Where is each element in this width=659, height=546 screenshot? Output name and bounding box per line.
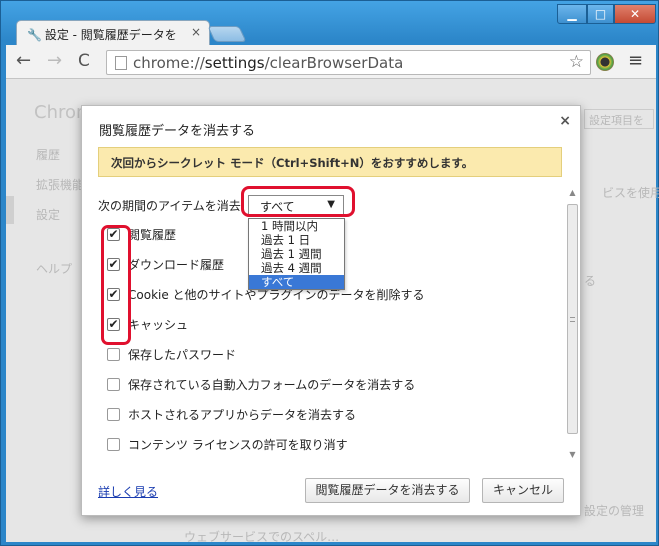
maximize-button[interactable]: □ (587, 4, 614, 24)
period-option[interactable]: 過去 4 週間 (249, 261, 344, 275)
background-text: 設定の管理 (584, 504, 645, 518)
bookmark-star-icon[interactable]: ☆ (569, 52, 584, 72)
clear-data-button[interactable]: 閲覧履歴データを消去する (305, 478, 470, 503)
list-item[interactable]: ホストされるアプリからデータを消去する (107, 406, 356, 426)
dialog-title: 閲覧履歴データを消去する (99, 124, 256, 139)
extension-icon[interactable] (596, 53, 614, 71)
learn-more-link[interactable]: 詳しく見る (98, 483, 158, 500)
menu-icon[interactable]: ≡ (628, 50, 643, 71)
forward-button[interactable]: → (47, 52, 62, 70)
checkbox[interactable] (107, 408, 120, 421)
page-icon (115, 55, 127, 70)
period-option-selected[interactable]: すべて (249, 275, 344, 289)
sidebar-item-settings: 設定 (36, 208, 61, 222)
sidebar-selection (6, 196, 14, 224)
period-dropdown: 1 時間以内 過去 1 日 過去 1 週間 過去 4 週間 すべて (248, 218, 345, 290)
grip-icon (570, 317, 575, 322)
sidebar-item-help: ヘルプ (36, 262, 73, 276)
back-button[interactable]: ← (16, 52, 31, 70)
scroll-down-icon[interactable]: ▼ (566, 450, 579, 464)
checkbox[interactable] (107, 348, 120, 361)
checkbox[interactable] (107, 378, 120, 391)
sidebar-item-extensions: 拡張機能 (36, 178, 85, 192)
close-icon[interactable]: × (559, 113, 571, 129)
tab-settings[interactable]: 🔧 設定 - 閲覧履歴データを × (16, 20, 210, 46)
scroll-up-icon[interactable]: ▲ (566, 188, 579, 202)
toolbar: ← → C chrome://settings/clearBrowserData… (6, 45, 656, 79)
cancel-button[interactable]: キャンセル (482, 478, 564, 503)
list-item[interactable]: 保存されている自動入力フォームのデータを消去する (107, 376, 415, 396)
background-text: る (584, 274, 597, 288)
tab-title: 設定 - 閲覧履歴データを (44, 28, 177, 42)
period-option[interactable]: 過去 1 日 (249, 233, 344, 247)
incognito-tip-banner: 次回からシークレット モード（Ctrl+Shift+N）をおすすめします。 (98, 147, 562, 177)
checkbox[interactable] (107, 438, 120, 451)
tab-close-icon[interactable]: × (191, 25, 201, 39)
list-item[interactable]: コンテンツ ライセンスの許可を取り消す (107, 436, 348, 456)
highlight-annotation (101, 225, 131, 345)
minimize-button[interactable]: ▁ (557, 4, 587, 24)
scrollbar-thumb[interactable] (567, 204, 578, 434)
list-item[interactable]: 保存したパスワード (107, 346, 236, 366)
period-label: 次の期間のアイテムを消去 (98, 199, 241, 213)
wrench-icon: 🔧 (27, 28, 42, 42)
window-close-button[interactable]: ✕ (614, 4, 656, 24)
background-text: ビスを使用す (602, 186, 659, 200)
new-tab-button[interactable] (207, 26, 247, 42)
settings-search: 設定項目を (584, 109, 654, 129)
browser-window: ▁ □ ✕ 🔧 設定 - 閲覧履歴データを × ← → C chrome://s… (0, 0, 659, 546)
address-bar[interactable]: chrome://settings/clearBrowserData ☆ (106, 50, 591, 75)
clear-browsing-data-dialog: 閲覧履歴データを消去する × 次回からシークレット モード（Ctrl+Shift… (81, 105, 581, 516)
reload-button[interactable]: C (78, 52, 90, 70)
sidebar-item-history: 履歴 (36, 148, 61, 162)
background-text: ウェブサービスでのスペル… (184, 530, 340, 544)
period-option[interactable]: 1 時間以内 (249, 219, 344, 233)
highlight-annotation (241, 186, 355, 217)
period-option[interactable]: 過去 1 週間 (249, 247, 344, 261)
scrollbar[interactable]: ▲ ▼ (566, 188, 579, 464)
